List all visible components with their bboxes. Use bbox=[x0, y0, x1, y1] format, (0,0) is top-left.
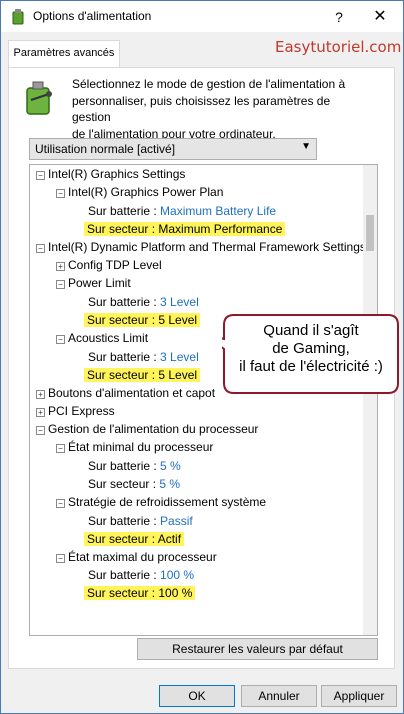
collapse-icon[interactable]: − bbox=[56, 444, 65, 453]
description-line: Sélectionnez le mode de gestion de l'ali… bbox=[72, 77, 346, 91]
chevron-down-icon: ▼ bbox=[301, 141, 311, 152]
collapse-icon[interactable]: − bbox=[36, 244, 45, 253]
collapse-icon[interactable]: − bbox=[56, 554, 65, 563]
window-title: Options d'alimentation bbox=[33, 9, 152, 23]
tree-item-battery[interactable]: Sur batterie : Maximum Battery Life bbox=[88, 202, 276, 220]
tree-item-ac[interactable]: Sur secteur : 5 Level bbox=[84, 366, 201, 384]
scrollbar-thumb[interactable] bbox=[366, 215, 374, 251]
battery-value: 100 % bbox=[160, 568, 195, 582]
tree-item-ac[interactable]: Sur secteur : 5 Level bbox=[84, 311, 201, 329]
tree-item-dptf[interactable]: Intel(R) Dynamic Platform and Thermal Fr… bbox=[48, 238, 366, 256]
tree-item-power-limit[interactable]: Power Limit bbox=[68, 274, 131, 292]
battery-label: Sur batterie : bbox=[88, 350, 157, 364]
settings-tree[interactable]: − Intel(R) Graphics Settings − Intel(R) … bbox=[29, 164, 378, 636]
collapse-icon[interactable]: − bbox=[56, 189, 65, 198]
battery-label: Sur batterie : bbox=[88, 514, 157, 528]
tree-item-config-tdp[interactable]: Config TDP Level bbox=[68, 256, 162, 274]
tree-item-battery[interactable]: Sur batterie : 5 % bbox=[88, 457, 181, 475]
power-plan-select-value: Utilisation normale [activé] bbox=[35, 142, 176, 156]
restore-defaults-button[interactable]: Restaurer les valeurs par défaut bbox=[137, 638, 378, 660]
vertical-scrollbar[interactable] bbox=[363, 165, 377, 635]
expand-icon[interactable]: + bbox=[36, 390, 45, 399]
tree-item-acoustics-limit[interactable]: Acoustics Limit bbox=[68, 329, 148, 347]
battery-value: 3 Level bbox=[160, 350, 199, 364]
tree-item-ac[interactable]: Sur secteur : 5 % bbox=[88, 475, 180, 493]
tree-item-ac[interactable]: Sur secteur : Maximum Performance bbox=[84, 220, 286, 238]
ac-label: Sur secteur : bbox=[87, 532, 156, 546]
ac-label: Sur secteur : bbox=[88, 477, 157, 491]
tree-item-battery[interactable]: Sur batterie : 3 Level bbox=[88, 293, 199, 311]
power-options-icon bbox=[12, 9, 24, 25]
close-button[interactable]: ✕ bbox=[357, 1, 403, 32]
ac-value: 100 % bbox=[158, 586, 193, 600]
tab-advanced-settings[interactable]: Paramètres avancés bbox=[8, 40, 120, 67]
tree-item-cpu-power[interactable]: Gestion de l'alimentation du processeur bbox=[48, 420, 258, 438]
watermark: Easytutoriel.com bbox=[275, 38, 402, 56]
collapse-icon[interactable]: − bbox=[56, 280, 65, 289]
collapse-icon[interactable]: − bbox=[36, 171, 45, 180]
ac-label: Sur secteur : bbox=[87, 222, 156, 236]
tree-item-power-buttons[interactable]: Boutons d'alimentation et capot bbox=[48, 384, 215, 402]
battery-label: Sur batterie : bbox=[88, 459, 157, 473]
battery-label: Sur batterie : bbox=[88, 295, 157, 309]
title-bar: Options d'alimentation ? ✕ bbox=[1, 1, 403, 32]
ac-value: Actif bbox=[157, 532, 182, 546]
annotation-line: il faut de l'électricité :) bbox=[239, 358, 383, 375]
annotation-line: Quand il s'agît bbox=[263, 322, 359, 339]
collapse-icon[interactable]: − bbox=[36, 426, 45, 435]
description: Sélectionnez le mode de gestion de l'ali… bbox=[72, 76, 372, 142]
battery-value: 5 % bbox=[160, 459, 181, 473]
collapse-icon[interactable]: − bbox=[56, 335, 65, 344]
power-plan-select[interactable]: Utilisation normale [activé] ▼ bbox=[29, 138, 317, 160]
apply-button[interactable]: Appliquer bbox=[321, 685, 397, 707]
ac-value: 5 Level bbox=[158, 313, 198, 327]
annotation-line: de Gaming, bbox=[272, 340, 350, 357]
annotation-text: Quand il s'agît de Gaming, il faut de l'… bbox=[222, 322, 400, 376]
tree-item-cooling-policy[interactable]: Stratégie de refroidissement système bbox=[68, 493, 266, 511]
ac-label: Sur secteur : bbox=[87, 313, 156, 327]
tree-item-graphics-power-plan[interactable]: Intel(R) Graphics Power Plan bbox=[68, 183, 223, 201]
ac-value: 5 Level bbox=[158, 368, 198, 382]
battery-value: 3 Level bbox=[160, 295, 199, 309]
tree-item-ac[interactable]: Sur secteur : 100 % bbox=[84, 584, 196, 602]
cancel-button[interactable]: Annuler bbox=[241, 685, 317, 707]
ac-value: Maximum Performance bbox=[158, 222, 283, 236]
tab-strip: Paramètres avancés Easytutoriel.com bbox=[1, 32, 403, 68]
ok-button[interactable]: OK bbox=[159, 685, 235, 707]
expand-icon[interactable]: + bbox=[56, 262, 65, 271]
tree-item-battery[interactable]: Sur batterie : 3 Level bbox=[88, 348, 199, 366]
battery-value: Maximum Battery Life bbox=[160, 204, 277, 218]
ac-label: Sur secteur : bbox=[87, 586, 156, 600]
collapse-icon[interactable]: − bbox=[56, 499, 65, 508]
tree-item-pci-express[interactable]: PCI Express bbox=[48, 402, 115, 420]
expand-icon[interactable]: + bbox=[36, 408, 45, 417]
tree-item-intel-graphics[interactable]: Intel(R) Graphics Settings bbox=[48, 165, 185, 183]
battery-plug-icon bbox=[26, 81, 52, 115]
tree-item-min-state[interactable]: État minimal du processeur bbox=[68, 438, 213, 456]
description-line: personnaliser, puis choisissez les param… bbox=[72, 93, 331, 125]
ac-value: 5 % bbox=[159, 477, 181, 491]
tree-item-battery[interactable]: Sur batterie : Passif bbox=[88, 512, 193, 530]
ac-label: Sur secteur : bbox=[87, 368, 156, 382]
battery-label: Sur batterie : bbox=[88, 568, 157, 582]
tree-item-ac[interactable]: Sur secteur : Actif bbox=[84, 530, 185, 548]
tree-item-max-state[interactable]: État maximal du processeur bbox=[68, 548, 217, 566]
battery-value: Passif bbox=[160, 514, 193, 528]
tree-item-battery[interactable]: Sur batterie : 100 % bbox=[88, 566, 194, 584]
help-button[interactable]: ? bbox=[327, 7, 351, 27]
battery-label: Sur batterie : bbox=[88, 204, 157, 218]
